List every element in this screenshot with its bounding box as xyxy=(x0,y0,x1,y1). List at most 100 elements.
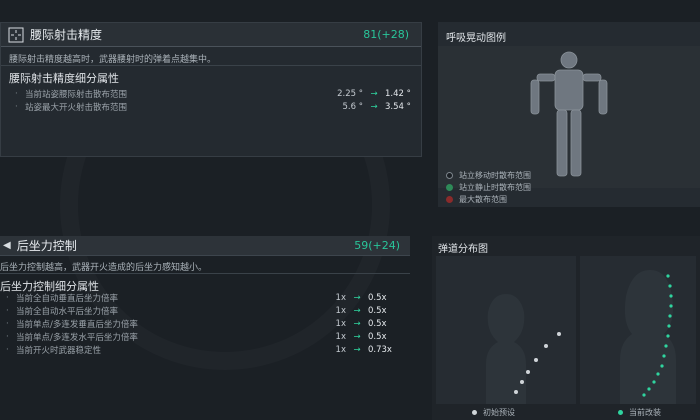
recoil-card: ◀ 后坐力控制 59(+24) 后坐力控制越高，武器开火造成的后坐力感知越小。 … xyxy=(0,236,410,370)
crosshair-icon xyxy=(8,27,24,43)
recoil-row-label: 当前开火时武器稳定性 xyxy=(16,346,102,356)
bullet: · xyxy=(6,319,9,329)
ballistic-legend-item: 初始预设 xyxy=(472,407,515,418)
recoil-row-from: 1x xyxy=(335,332,346,342)
recoil-row: · 当前单点/多连发垂直后坐力倍率 1x → 0.5x xyxy=(6,318,408,330)
hip-fire-sub-title: 腰际射击精度细分属性 xyxy=(9,72,119,85)
breath-sway-figure-area xyxy=(438,46,700,188)
recoil-row-from: 1x xyxy=(335,345,346,355)
bullet: · xyxy=(6,332,9,342)
ballistic-legend-label: 当前改装 xyxy=(629,408,661,417)
breath-legend-label: 站立静止时散布范围 xyxy=(459,183,531,192)
recoil-row-to: 0.5x xyxy=(368,332,387,342)
breath-legend-label: 站立移动时散布范围 xyxy=(459,171,531,180)
hip-fire-divider xyxy=(1,65,421,66)
recoil-row-label: 当前全自动垂直后坐力倍率 xyxy=(16,294,119,304)
recoil-header: ◀ 后坐力控制 59(+24) xyxy=(0,236,410,256)
recoil-divider xyxy=(0,273,410,274)
bullet: · xyxy=(15,89,18,99)
arrow-right-icon: → xyxy=(353,319,361,329)
recoil-row: · 当前单点/多连发水平后坐力倍率 1x → 0.5x xyxy=(6,331,408,343)
breath-sway-panel: 呼吸晃动图例 站立移动时散布范围 站立静止时散布范围 最大散布范围 xyxy=(438,22,700,207)
hip-fire-row-from: 5.6 ° xyxy=(342,102,363,112)
hip-fire-row-to: 3.54 ° xyxy=(385,102,411,112)
recoil-row: · 当前全自动水平后坐力倍率 1x → 0.5x xyxy=(6,305,408,317)
recoil-row: · 当前开火时武器稳定性 1x → 0.73x xyxy=(6,344,408,356)
arrow-right-icon: → xyxy=(370,102,378,112)
ballistic-panel: 弹道分布图 初始预设 当前改装 xyxy=(432,236,700,420)
bullet: · xyxy=(6,306,9,316)
hip-fire-value: 81(+28) xyxy=(363,28,409,41)
ballistic-point-initial xyxy=(544,344,548,348)
recoil-row-to: 0.5x xyxy=(368,293,387,303)
ballistic-point-current xyxy=(642,393,646,397)
recoil-row-from: 1x xyxy=(335,306,346,316)
ballistic-point-current xyxy=(666,274,670,278)
hip-fire-row-label: 当前站姿腰际射击散布范围 xyxy=(25,90,128,100)
legend-dot xyxy=(446,196,453,203)
ballistic-legend-label: 初始预设 xyxy=(483,408,515,417)
ballistic-point-current xyxy=(668,284,672,288)
hip-fire-row-from: 2.25 ° xyxy=(337,89,363,99)
ballistic-point-initial xyxy=(514,390,518,394)
legend-dot xyxy=(618,410,623,415)
ballistic-point-initial xyxy=(520,380,524,384)
ballistic-silhouette xyxy=(486,294,561,404)
recoil-row: · 当前全自动垂直后坐力倍率 1x → 0.5x xyxy=(6,292,408,304)
ballistic-point-current xyxy=(669,294,673,298)
ballistic-point-initial xyxy=(534,358,538,362)
ballistic-point-current xyxy=(664,344,668,348)
arrow-right-icon: → xyxy=(353,332,361,342)
bullet: · xyxy=(6,345,9,355)
arrow-right-icon: → xyxy=(353,345,361,355)
recoil-row-to: 0.73x xyxy=(368,345,392,355)
ballistic-point-current xyxy=(668,314,672,318)
recoil-value: 59(+24) xyxy=(354,239,400,252)
hip-fire-row: · 站姿最大开火射击散布范围 5.6 ° → 3.54 ° xyxy=(15,101,425,113)
ballistic-plot-current xyxy=(580,256,696,404)
ballistic-point-current xyxy=(652,380,656,384)
hip-fire-title: 腰际射击精度 xyxy=(30,28,103,42)
hip-fire-description: 腰际射击精度越高时，武器腰射时的弹着点越集中。 xyxy=(9,55,217,65)
recoil-row-label: 当前单点/多连发垂直后坐力倍率 xyxy=(16,320,138,330)
ballistic-point-current xyxy=(647,387,651,391)
arrow-right-icon: → xyxy=(353,306,361,316)
legend-dot xyxy=(472,410,477,415)
hip-fire-card: 腰际射击精度 81(+28) 腰际射击精度越高时，武器腰射时的弹着点越集中。 腰… xyxy=(0,22,422,157)
hip-fire-row: · 当前站姿腰际射击散布范围 2.25 ° → 1.42 ° xyxy=(15,88,425,100)
breath-legend-item: 最大散布范围 xyxy=(446,194,507,205)
hip-fire-row-label: 站姿最大开火射击散布范围 xyxy=(25,103,128,113)
hip-fire-row-to: 1.42 ° xyxy=(385,89,411,99)
soldier-figure xyxy=(530,51,608,177)
breath-legend-item: 站立移动时散布范围 xyxy=(446,170,531,181)
arrow-right-icon: → xyxy=(353,293,361,303)
breath-legend-item: 站立静止时散布范围 xyxy=(446,182,531,193)
ballistic-title: 弹道分布图 xyxy=(438,244,488,255)
recoil-row-label: 当前单点/多连发水平后坐力倍率 xyxy=(16,333,138,343)
bullet: · xyxy=(6,293,9,303)
ballistic-point-initial xyxy=(526,370,530,374)
legend-dot xyxy=(446,184,453,191)
ballistic-plot-initial xyxy=(436,256,576,404)
breath-sway-title: 呼吸晃动图例 xyxy=(446,33,506,44)
recoil-row-from: 1x xyxy=(335,293,346,303)
ballistic-legend-item: 当前改装 xyxy=(618,407,661,418)
ballistic-point-current xyxy=(669,304,673,308)
recoil-description: 后坐力控制越高，武器开火造成的后坐力感知越小。 xyxy=(0,263,208,273)
arrow-right-icon: → xyxy=(370,89,378,99)
recoil-row-label: 当前全自动水平后坐力倍率 xyxy=(16,307,119,317)
legend-dot xyxy=(446,172,453,179)
ballistic-silhouette xyxy=(620,270,676,404)
ballistic-point-initial xyxy=(557,332,561,336)
recoil-arrow-icon: ◀ xyxy=(3,240,11,251)
ballistic-point-current xyxy=(656,372,660,376)
ballistic-point-current xyxy=(660,364,664,368)
recoil-row-to: 0.5x xyxy=(368,319,387,329)
bullet: · xyxy=(15,102,18,112)
breath-legend-label: 最大散布范围 xyxy=(459,195,507,204)
ballistic-point-current xyxy=(667,324,671,328)
ballistic-point-current xyxy=(666,334,670,338)
ballistic-point-current xyxy=(662,354,666,358)
recoil-title: 后坐力控制 xyxy=(16,239,77,253)
recoil-row-from: 1x xyxy=(335,319,346,329)
